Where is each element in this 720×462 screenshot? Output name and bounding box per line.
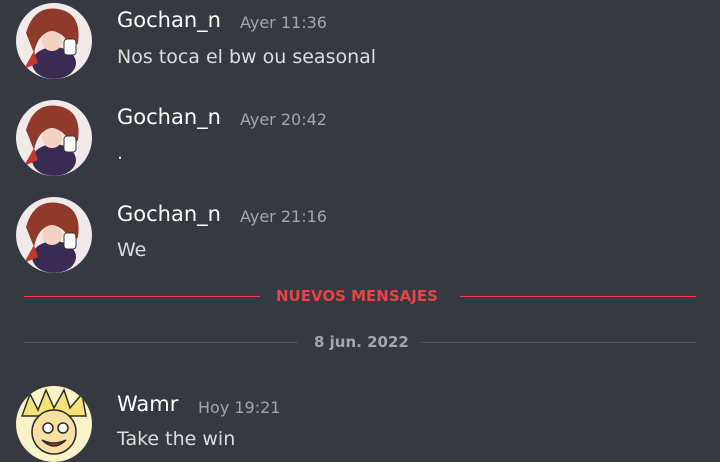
message-item: Gochan_n Ayer 11:36 Nos toca el bw ou se… [0, 0, 720, 90]
message-text: We [117, 239, 147, 261]
gochan-avatar-icon [16, 3, 92, 79]
timestamp: Ayer 20:42 [240, 110, 327, 129]
username[interactable]: Gochan_n [117, 8, 221, 32]
user-avatar[interactable] [16, 197, 92, 273]
divider-line-left [24, 296, 260, 297]
divider-line-right [421, 342, 696, 343]
username[interactable]: Wamr [117, 392, 178, 416]
user-avatar[interactable] [16, 3, 92, 79]
timestamp: Ayer 21:16 [240, 207, 327, 226]
gochan-avatar-icon [16, 197, 92, 273]
message-text: Take the win [117, 428, 236, 450]
timestamp: Hoy 19:21 [198, 398, 281, 417]
gochan-avatar-icon [16, 100, 92, 176]
date-label: 8 jun. 2022 [314, 333, 409, 351]
new-messages-label: NUEVOS MENSAJES [276, 287, 438, 305]
user-avatar[interactable] [16, 386, 92, 462]
message-item: Gochan_n Ayer 20:42 . [0, 96, 720, 186]
message-text: Nos toca el bw ou seasonal [117, 46, 377, 68]
message-item: Gochan_n Ayer 21:16 We [0, 193, 720, 283]
divider-line-right [460, 296, 696, 297]
username[interactable]: Gochan_n [117, 202, 221, 226]
message-item: Wamr Hoy 19:21 Take the win [0, 380, 720, 462]
user-avatar[interactable] [16, 100, 92, 176]
username[interactable]: Gochan_n [117, 105, 221, 129]
timestamp: Ayer 11:36 [240, 13, 327, 32]
message-text: . [117, 142, 124, 164]
divider-line-left [24, 342, 298, 343]
wamr-avatar-icon [16, 386, 92, 462]
